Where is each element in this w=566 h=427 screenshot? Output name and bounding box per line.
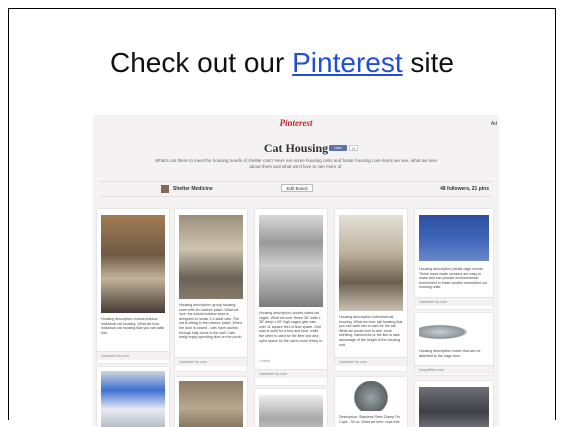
pin-footer: Uploaded by user bbox=[175, 357, 247, 366]
pin-card[interactable]: Housing description: individual cat hous… bbox=[335, 209, 407, 371]
pin-footer: Uploaded by user bbox=[255, 369, 327, 378]
pin-image[interactable] bbox=[179, 215, 243, 299]
pinterest-screenshot: Pinterest Ad Cat Housing Like 0 What's o… bbox=[93, 115, 499, 427]
headline-text-after: site bbox=[402, 47, 454, 78]
edit-board-button[interactable]: Edit Board bbox=[281, 184, 313, 192]
pin-image[interactable] bbox=[259, 395, 323, 427]
pin-image[interactable] bbox=[419, 387, 489, 427]
avatar[interactable] bbox=[161, 185, 169, 193]
pin-footer: Uploaded by user bbox=[97, 351, 169, 360]
like-count: 0 bbox=[349, 145, 358, 151]
pin-footer: Uploaded by user bbox=[335, 357, 407, 366]
pin-description: Description: Stainless Steel Clamp On Cu… bbox=[339, 415, 400, 424]
pin-image[interactable] bbox=[101, 371, 165, 427]
pinterest-link[interactable]: Pinterest bbox=[292, 47, 403, 78]
pin-description: Housing description: individual cat hous… bbox=[339, 315, 403, 347]
slide: Check out our Pinterest site Pinterest A… bbox=[8, 8, 556, 427]
pin-description: Housing description: bowls that can be a… bbox=[419, 349, 481, 358]
pinterest-logo[interactable]: Pinterest bbox=[93, 118, 499, 128]
pin-description: Housing description: group housing room … bbox=[179, 303, 243, 340]
board-description: What's out there to meet the housing nee… bbox=[155, 158, 437, 169]
pin-description: Housing description: indoor/outdoor indi… bbox=[101, 317, 165, 335]
board-owner-name[interactable]: Shelter Medicine bbox=[173, 186, 213, 192]
pin-card[interactable]: Housing description: group housing room … bbox=[175, 209, 247, 371]
pin-repin-count: 1 repin bbox=[259, 359, 270, 363]
pin-card[interactable] bbox=[97, 367, 169, 427]
pin-image[interactable] bbox=[339, 381, 403, 411]
board-title: Cat Housing bbox=[263, 141, 329, 155]
pin-footer: ebay/feline.com bbox=[415, 365, 493, 374]
pin-image[interactable] bbox=[339, 215, 403, 311]
pin-card[interactable] bbox=[175, 377, 247, 427]
headline-text-before: Check out our bbox=[110, 47, 293, 78]
pin-card[interactable]: Description: Stainless Steel Clamp On Cu… bbox=[335, 377, 407, 427]
pin-footer: Uploaded by user bbox=[415, 297, 493, 306]
top-right-label[interactable]: Ad bbox=[491, 121, 497, 127]
pin-card[interactable]: Housing description: bowls that can be a… bbox=[415, 313, 493, 375]
facebook-like-button[interactable]: Like bbox=[329, 145, 347, 151]
pin-card[interactable]: Housing description: indoor/outdoor indi… bbox=[97, 209, 169, 363]
pin-card[interactable]: Housing description: partial cage covers… bbox=[415, 209, 493, 309]
pin-image[interactable] bbox=[179, 381, 243, 427]
slide-headline: Check out our Pinterest site bbox=[9, 47, 555, 79]
pin-card[interactable] bbox=[255, 389, 327, 427]
pin-description: Housing description: partial cage covers… bbox=[419, 267, 487, 290]
pin-card[interactable]: Housing description: double sided cat ca… bbox=[255, 209, 327, 385]
pin-image[interactable] bbox=[101, 215, 165, 313]
pin-image[interactable] bbox=[419, 215, 489, 261]
pin-card[interactable] bbox=[415, 381, 493, 427]
pin-description: Housing description: double sided cat ca… bbox=[259, 311, 323, 343]
board-stats: 48 followers, 21 pins bbox=[440, 186, 489, 192]
pin-image[interactable] bbox=[259, 215, 323, 307]
pin-image[interactable] bbox=[419, 319, 489, 345]
board-profile-bar: Shelter Medicine Edit Board 48 followers… bbox=[99, 181, 493, 197]
